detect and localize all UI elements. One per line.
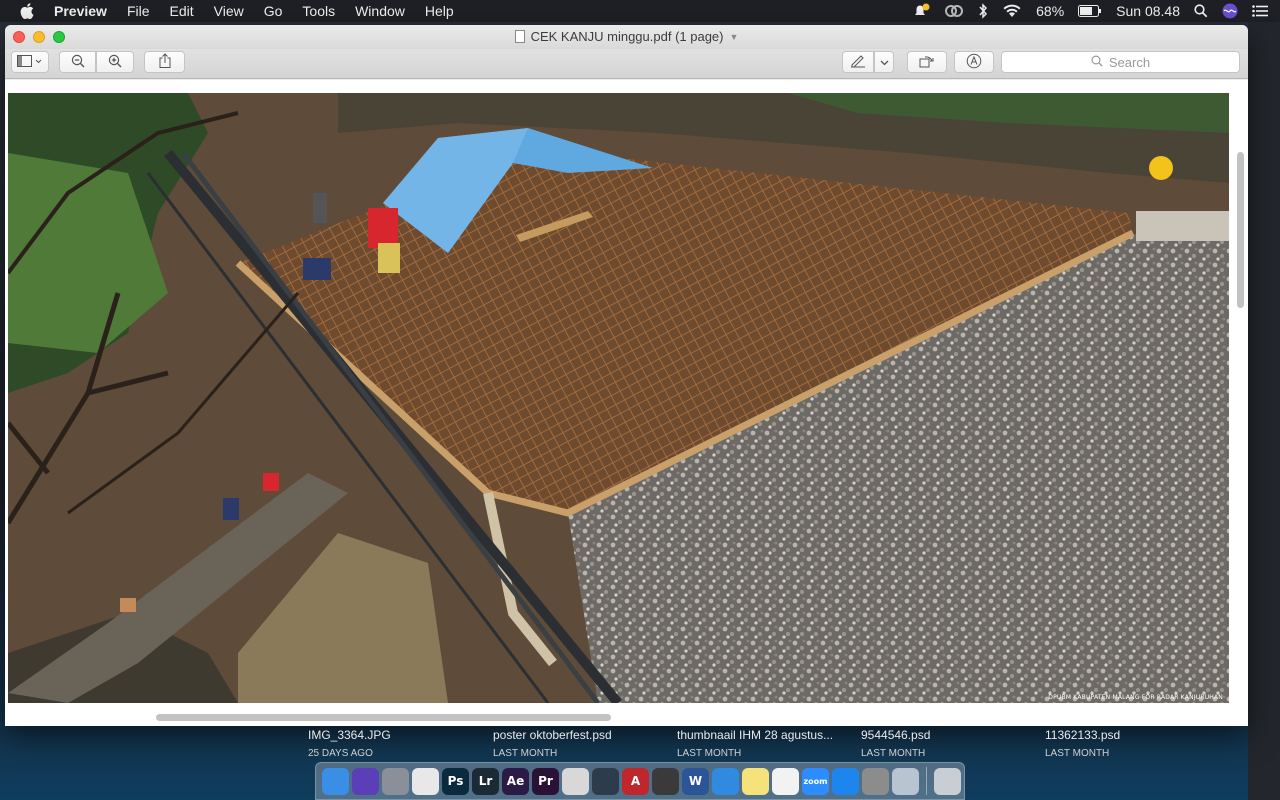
search-placeholder: Search xyxy=(1108,54,1151,70)
dock-photos-icon[interactable] xyxy=(772,767,799,795)
dock-word-icon[interactable]: W xyxy=(682,767,709,795)
chevron-down-icon[interactable]: ▼ xyxy=(730,32,739,42)
desktop-files: IMG_3364.JPG 25 DAYS AGO poster oktoberf… xyxy=(0,726,1280,766)
dock-premiere-icon[interactable]: Pr xyxy=(532,767,559,795)
chevron-down-icon xyxy=(880,55,889,69)
file-date: LAST MONTH xyxy=(861,748,926,759)
menu-help[interactable]: Help xyxy=(425,3,454,19)
file-date: 25 DAYS AGO xyxy=(308,748,373,759)
window-title-text: CEK KANJU minggu.pdf (1 page) xyxy=(530,29,724,44)
battery-percent[interactable]: 68% xyxy=(1036,3,1064,19)
dock-after-effects-icon[interactable]: Ae xyxy=(502,767,529,795)
desktop-file[interactable]: 9544546.psd LAST MONTH xyxy=(861,728,930,759)
file-name: IMG_3364.JPG xyxy=(308,728,391,742)
creative-cloud-icon[interactable] xyxy=(944,4,964,18)
horizontal-scrollbar[interactable] xyxy=(156,714,611,721)
file-name: thumbnaail IHM 28 agustus... xyxy=(677,728,834,742)
share-icon xyxy=(159,53,171,71)
sidebar-toggle-button[interactable] xyxy=(11,51,49,73)
markup-menu-button[interactable] xyxy=(874,51,894,73)
dock-notes-icon[interactable] xyxy=(742,767,769,795)
menu-view[interactable]: View xyxy=(214,3,244,19)
pen-icon xyxy=(850,54,866,71)
dock-lightroom-icon[interactable]: Lr xyxy=(472,767,499,795)
desktop-file[interactable]: poster oktoberfest.psd LAST MONTH xyxy=(493,728,612,759)
zoom-out-button[interactable] xyxy=(59,51,96,73)
wifi-icon[interactable] xyxy=(1002,4,1022,18)
file-date: LAST MONTH xyxy=(677,748,742,759)
image-caption: DPUBM KABUPATEN MALANG FOR RADAR KANJURU… xyxy=(1048,694,1223,701)
markup-pen-button[interactable] xyxy=(842,51,874,73)
menu-window[interactable]: Window xyxy=(355,3,405,19)
toolbar: Search xyxy=(5,49,1248,79)
window-title: CEK KANJU minggu.pdf (1 page) ▼ xyxy=(5,29,1248,44)
markup-toolbar-button[interactable] xyxy=(954,51,994,73)
zoom-in-button[interactable] xyxy=(96,51,134,73)
file-name: 11362133.psd xyxy=(1045,728,1121,742)
rotate-icon xyxy=(919,54,935,71)
spotlight-search-icon[interactable] xyxy=(1194,4,1208,18)
siri-icon[interactable] xyxy=(1222,3,1238,19)
bluetooth-icon[interactable] xyxy=(978,3,988,19)
preview-window: CEK KANJU minggu.pdf (1 page) ▼ Search D… xyxy=(5,25,1248,726)
notification-icon[interactable] xyxy=(912,3,930,19)
file-date: LAST MONTH xyxy=(493,748,558,759)
dock-siri-icon[interactable] xyxy=(352,767,379,795)
menu-bar: Preview File Edit View Go Tools Window H… xyxy=(0,0,1280,22)
menu-file[interactable]: File xyxy=(127,3,150,19)
vertical-scrollbar[interactable] xyxy=(1237,152,1244,308)
dock-finder-icon[interactable] xyxy=(322,767,349,795)
search-field[interactable]: Search xyxy=(1001,51,1240,73)
menu-app-preview[interactable]: Preview xyxy=(54,3,107,19)
title-bar[interactable]: CEK KANJU minggu.pdf (1 page) ▼ xyxy=(5,25,1248,49)
menu-tools[interactable]: Tools xyxy=(302,3,335,19)
sidebar-icon xyxy=(17,54,43,70)
dock-launchpad-icon[interactable] xyxy=(382,767,409,795)
document-view[interactable]: DPUBM KABUPATEN MALANG FOR RADAR KANJURU… xyxy=(5,80,1248,726)
background-window xyxy=(1248,22,1280,800)
desktop-file[interactable]: thumbnaail IHM 28 agustus... LAST MONTH xyxy=(677,728,833,759)
file-name: poster oktoberfest.psd xyxy=(493,728,612,742)
rotate-button[interactable] xyxy=(907,51,947,73)
dock-photoshop-icon[interactable]: Ps xyxy=(442,767,469,795)
dock-chrome-icon[interactable] xyxy=(412,767,439,795)
dock-safari-icon[interactable] xyxy=(712,767,739,795)
dock-separator xyxy=(926,767,927,795)
dock-sublime-icon[interactable] xyxy=(652,767,679,795)
notification-center-icon[interactable] xyxy=(1252,5,1268,17)
dock: Ps Lr Ae Pr A Wzoom xyxy=(315,762,965,800)
dock-trash-icon[interactable] xyxy=(934,767,961,795)
dock-zoom-icon[interactable]: zoom xyxy=(802,767,829,795)
dock-autocad-icon[interactable]: A xyxy=(622,767,649,795)
file-name: 9544546.psd xyxy=(861,728,931,742)
apple-icon[interactable] xyxy=(20,3,40,19)
file-date: LAST MONTH xyxy=(1045,748,1110,759)
battery-icon[interactable] xyxy=(1078,5,1102,17)
dock-image-capture-icon[interactable] xyxy=(892,767,919,795)
menu-edit[interactable]: Edit xyxy=(170,3,194,19)
desktop-file[interactable]: IMG_3364.JPG 25 DAYS AGO xyxy=(308,728,391,759)
search-icon xyxy=(1091,54,1103,70)
menu-go[interactable]: Go xyxy=(264,3,283,19)
construction-site-photo: DPUBM KABUPATEN MALANG FOR RADAR KANJURU… xyxy=(8,93,1229,703)
dock-app-store-icon[interactable] xyxy=(832,767,859,795)
zoom-out-icon xyxy=(71,54,85,71)
menu-clock[interactable]: Sun 08.48 xyxy=(1116,3,1180,19)
dock-no-entry-icon[interactable] xyxy=(562,767,589,795)
dock-system-preferences-icon[interactable] xyxy=(862,767,889,795)
pdf-document-icon xyxy=(514,30,525,43)
dock-blender-icon[interactable] xyxy=(592,767,619,795)
desktop-file[interactable]: 11362133.psd LAST MONTH xyxy=(1045,728,1120,759)
markup-icon xyxy=(966,53,982,72)
share-button[interactable] xyxy=(144,51,185,73)
zoom-in-icon xyxy=(108,54,122,71)
